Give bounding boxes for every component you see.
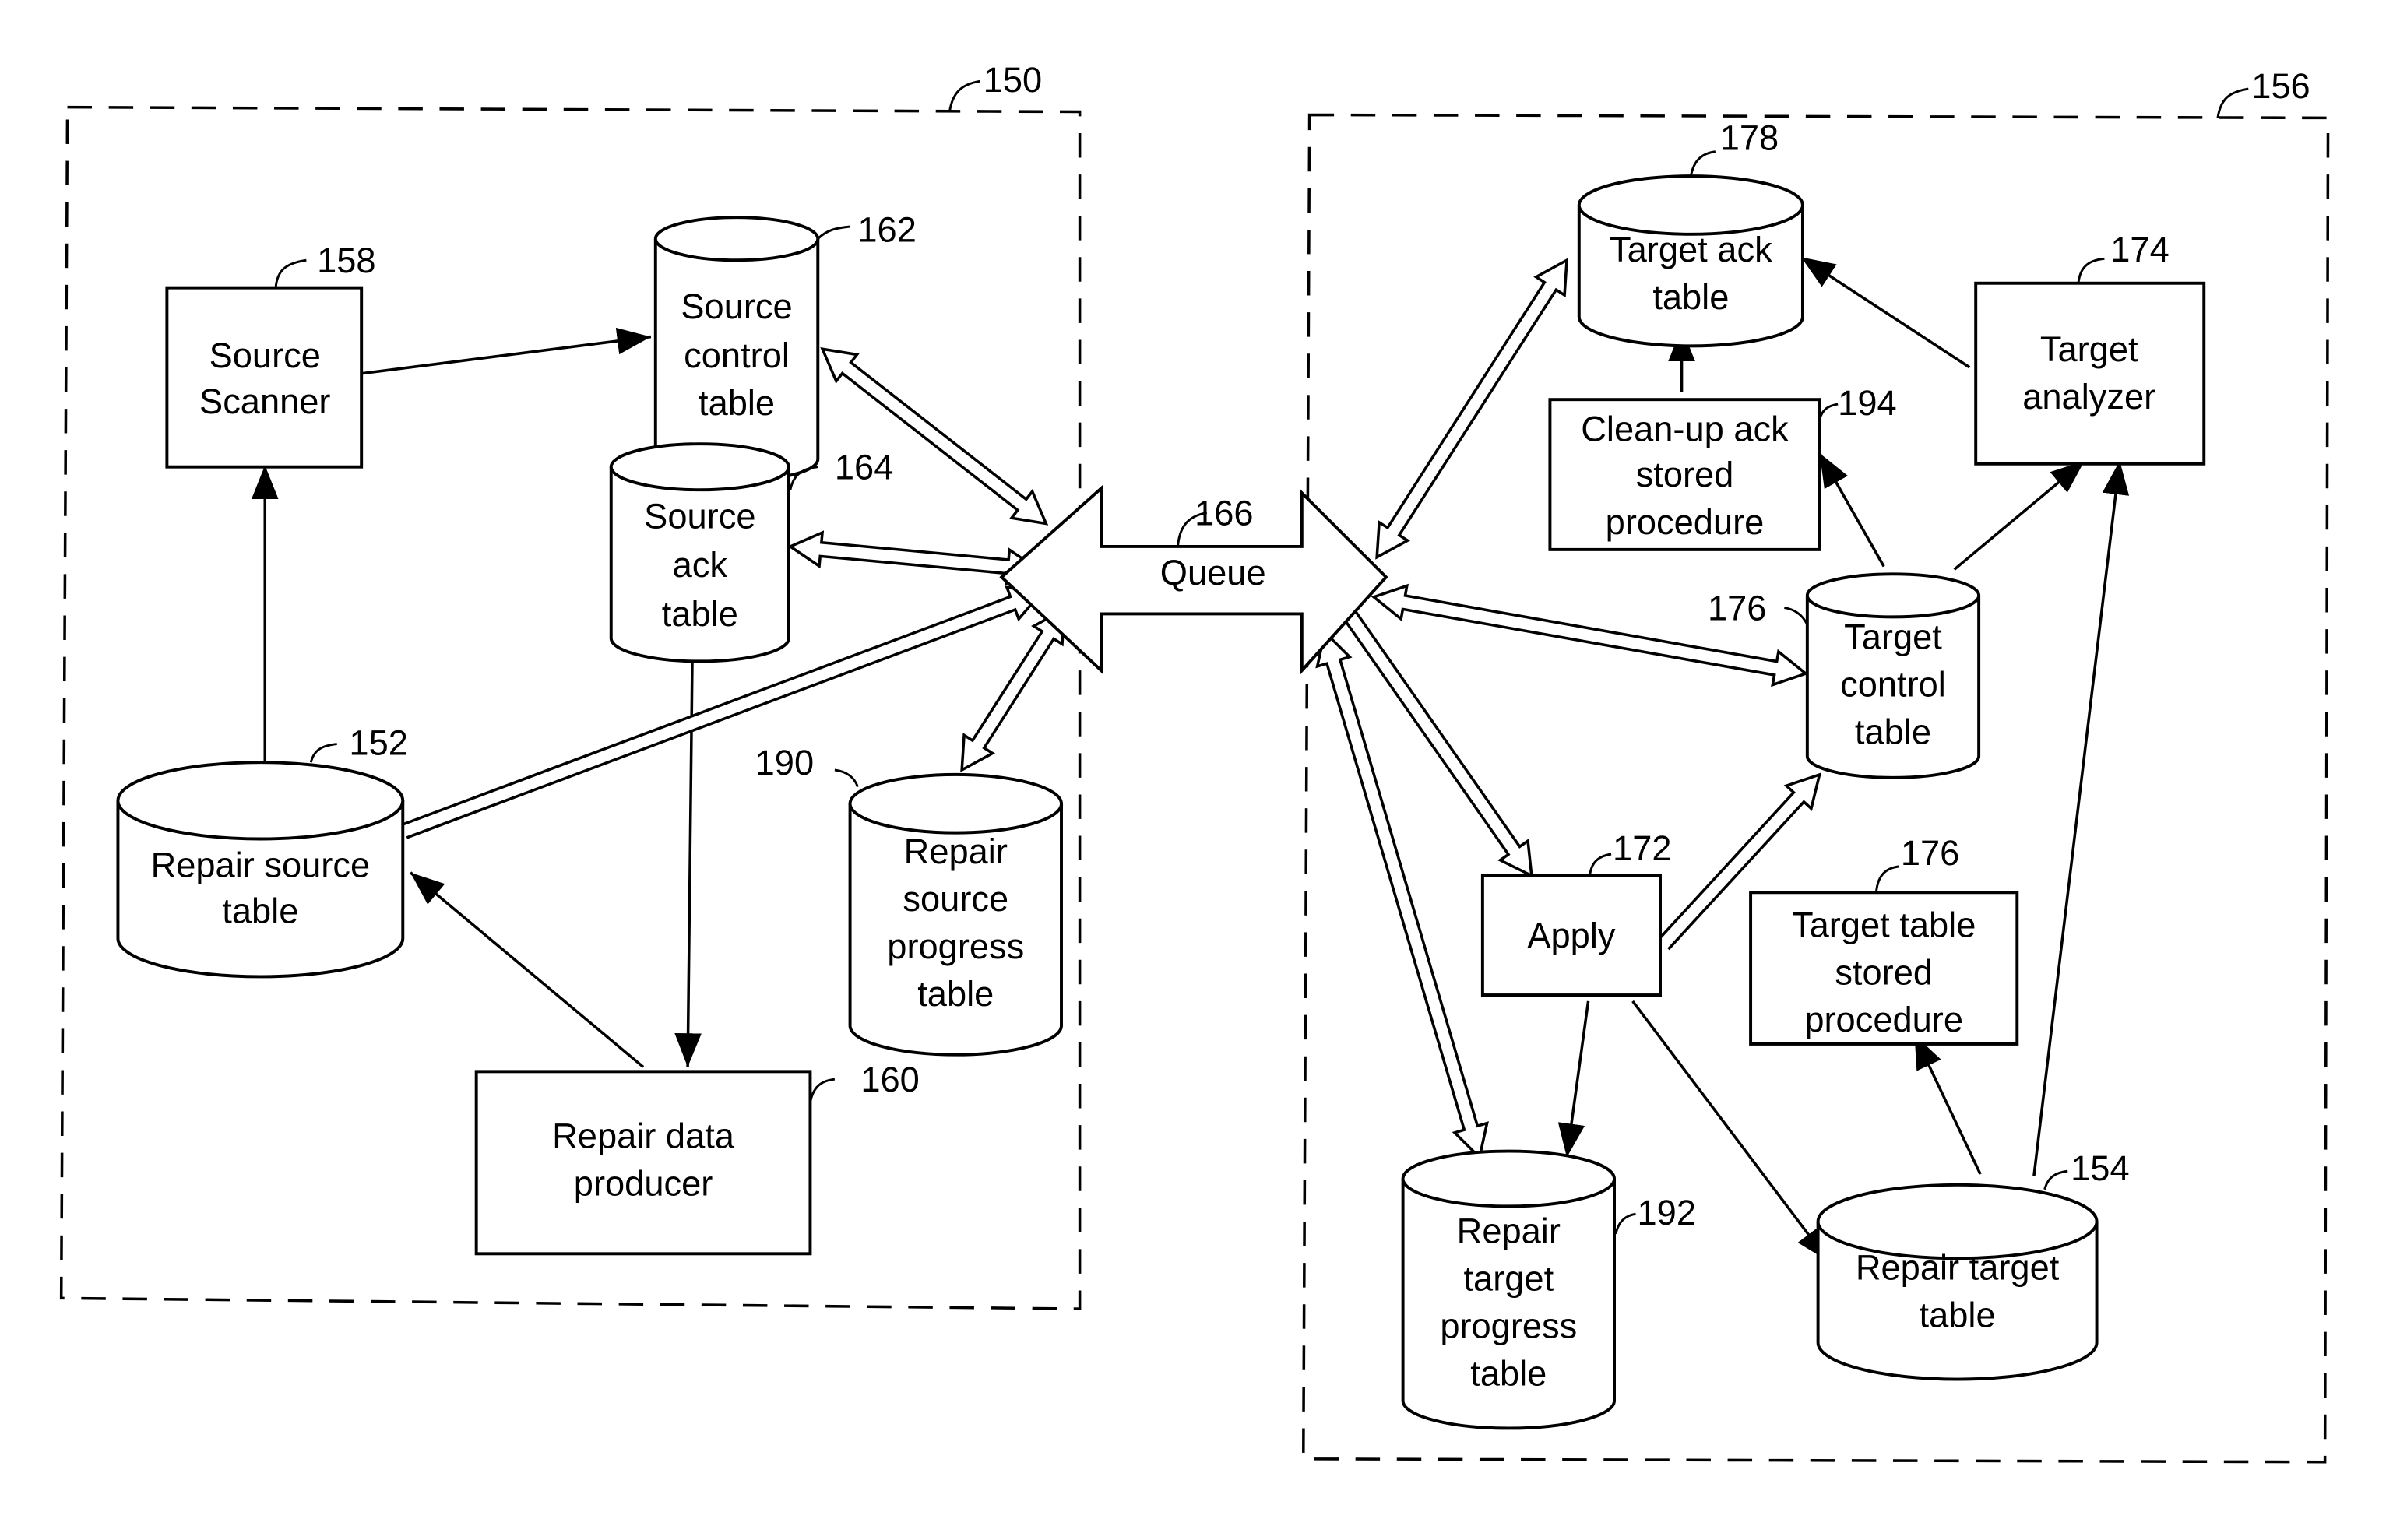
node-target-ack-table: Target ack table 178 (1577, 118, 1804, 348)
source-control-line-2: control (684, 336, 790, 375)
node-source-scanner: Source Scanner 158 (165, 241, 376, 469)
edge-target-control-to-analyzer (1953, 459, 2085, 571)
node-cleanup-ack-stored-procedure: Clean-up ack stored procedure 194 (1548, 383, 1897, 551)
target-table-proc-line-3: procedure (1804, 1000, 1963, 1039)
node-target-table-stored-procedure: Target table stored procedure 176 (1749, 833, 2019, 1046)
apply-ref: 172 (1613, 828, 1671, 868)
hollow-edge-queue-to-target-ack-table (1375, 258, 1569, 560)
source-scanner-line-2: Scanner (199, 381, 330, 421)
source-ack-ref: 164 (835, 447, 893, 487)
source-ack-line-1: Source (644, 496, 755, 536)
cleanup-ack-line-2: stored (1636, 455, 1734, 494)
repair-source-line-1: Repair source (151, 846, 371, 885)
repair-data-producer-ref: 160 (860, 1060, 919, 1099)
target-analyzer-line-2: analyzer (2022, 377, 2155, 417)
target-ack-top (1577, 174, 1804, 236)
target-table-proc-ref: 176 (1901, 833, 1959, 873)
edge-repair-target-to-analyzer (2032, 460, 2130, 1176)
repair-target-line-2: table (1920, 1296, 1996, 1335)
source-group-ref: 150 (984, 60, 1042, 100)
cleanup-ack-line-1: Clean-up ack (1581, 409, 1789, 448)
cleanup-ack-line-3: procedure (1606, 502, 1765, 542)
repair-target-progress-line-3: progress (1440, 1306, 1577, 1345)
target-analyzer-box (1974, 281, 2206, 466)
node-source-control-table: Source control table 162 (653, 210, 917, 483)
source-scanner-line-1: Source (209, 336, 321, 375)
edge-analyzer-to-target-ack (1800, 255, 1971, 369)
node-repair-source-table: Repair source table 152 (116, 723, 408, 979)
queue-label: Queue (1160, 553, 1266, 592)
repair-target-progress-line-4: table (1470, 1353, 1547, 1393)
hollow-edge-source-control-table-to-queue (820, 347, 1049, 526)
target-table-proc-line-2: stored (1835, 952, 1933, 992)
target-control-line-2: control (1840, 665, 1946, 705)
hollow-edge-queue-to-repair-target-progress-table (1315, 629, 1489, 1160)
edge-apply-to-repair-target-progress (1557, 1000, 1590, 1158)
repair-data-producer-box (474, 1070, 812, 1256)
repair-source-progress-ref: 190 (755, 743, 814, 782)
source-scanner-ref: 158 (317, 241, 375, 280)
source-ack-line-2: ack (673, 545, 728, 585)
source-control-line-1: Source (681, 287, 792, 326)
target-table-proc-line-1: Target table (1792, 905, 1976, 944)
source-control-ref: 162 (857, 210, 916, 250)
repair-target-progress-top (1401, 1149, 1616, 1208)
target-analyzer-ref: 174 (2110, 230, 2169, 269)
repair-target-progress-line-1: Repair (1457, 1211, 1561, 1251)
node-repair-data-producer: Repair data producer 160 (474, 1060, 920, 1256)
edge-scanner-to-source-control (361, 327, 652, 375)
target-control-top (1805, 572, 1981, 619)
target-control-ref: 176 (1708, 588, 1766, 628)
source-ack-top (609, 442, 790, 492)
hollow-edge-queue-to-apply (1341, 607, 1533, 878)
repair-data-producer-line-1: Repair data (552, 1116, 735, 1156)
source-control-top (653, 216, 820, 262)
edge-target-control-to-cleanup (1818, 452, 1885, 568)
node-repair-target-table: Repair target table 154 (1816, 1148, 2130, 1381)
repair-source-progress-line-2: source (903, 879, 1008, 919)
repair-source-progress-line-4: table (917, 974, 994, 1014)
source-scanner-box (165, 286, 364, 469)
queue-ref: 166 (1195, 493, 1253, 533)
repair-target-ref: 154 (2071, 1148, 2129, 1188)
repair-source-progress-line-3: progress (887, 926, 1024, 966)
cleanup-ack-ref: 194 (1838, 383, 1896, 423)
node-repair-source-progress-table: Repair source progress table 190 (755, 743, 1063, 1057)
source-ack-line-3: table (662, 594, 738, 634)
edge-producer-to-repair-source (409, 871, 645, 1068)
target-group-leader (2216, 87, 2249, 118)
target-group-ref: 156 (2251, 66, 2310, 106)
repair-source-progress-line-1: Repair (904, 832, 1008, 871)
hollow-connectors (401, 258, 1822, 1160)
target-ack-line-2: table (1652, 277, 1729, 317)
repair-source-ref: 152 (349, 723, 407, 762)
hollow-edge-repair-source-progress-table-to-queue (960, 607, 1066, 773)
source-group-leader (948, 79, 981, 112)
node-target-control-table: Target control table 176 (1708, 572, 1981, 779)
repair-target-line-1: Repair target (1856, 1248, 2060, 1288)
edge-repair-target-to-target-proc (1913, 1034, 1982, 1175)
node-repair-target-progress-table: Repair target progress table 192 (1401, 1149, 1696, 1430)
repair-source-line-2: table (222, 891, 298, 931)
repair-source-top (116, 761, 405, 841)
repair-source-progress-top (848, 772, 1063, 835)
target-analyzer-line-1: Target (2040, 329, 2138, 369)
target-control-line-3: table (1855, 712, 1931, 752)
replication-diagram: 150 156 Queue 166 Source Scanner 158 Sou… (59, 60, 2330, 1464)
repair-target-progress-ref: 192 (1638, 1193, 1696, 1232)
apply-label: Apply (1527, 916, 1616, 955)
node-target-analyzer: Target analyzer 174 (1974, 230, 2206, 466)
target-control-line-1: Target (1844, 617, 1942, 657)
target-ack-ref: 178 (1720, 118, 1779, 158)
repair-target-progress-line-2: target (1463, 1259, 1554, 1299)
source-control-line-3: table (699, 383, 775, 423)
repair-data-producer-line-2: producer (574, 1164, 713, 1204)
target-ack-line-1: Target ack (1610, 230, 1772, 269)
